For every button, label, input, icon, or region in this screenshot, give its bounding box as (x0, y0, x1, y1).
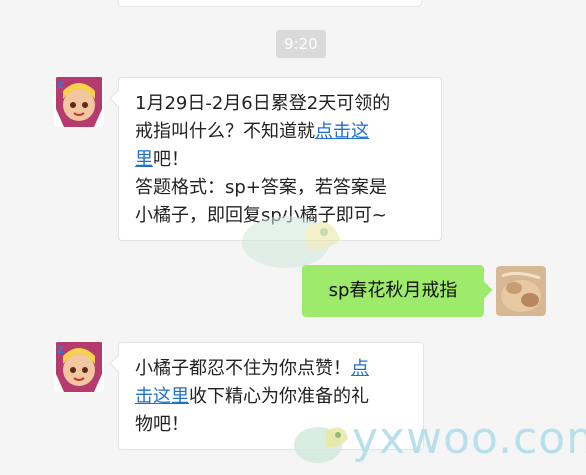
cat-photo-avatar-icon (496, 266, 546, 316)
message-text: 物吧！ (135, 414, 189, 435)
previous-message-bubble-edge (118, 0, 422, 7)
message-line: 里吧！ (135, 146, 425, 174)
svg-text:Z: Z (57, 346, 64, 356)
message-line: 1月29日-2月6日累登2天可领的 (135, 90, 425, 118)
message-text: 收下精心为你准备的礼 (189, 386, 369, 407)
message-text: 1月29日-2月6日累登2天可领的 (135, 93, 391, 114)
message-line: 戒指叫什么？不知道就点击这 (135, 118, 425, 146)
bot-avatar[interactable]: Z (54, 342, 104, 392)
message-text: 小橘子都忍不住为你点赞！ (135, 358, 351, 379)
my-avatar[interactable] (496, 266, 546, 316)
watermark-text: yxwoo.com (352, 413, 586, 464)
message-text: 吧！ (153, 149, 189, 170)
my-message-text: sp春花秋月戒指 (328, 280, 458, 301)
message-line: 小橘子都忍不住为你点赞！点 (135, 355, 407, 383)
watermark-bird-logo-icon (242, 216, 340, 268)
watermark-bird-icon (294, 427, 348, 463)
click-here-link[interactable]: 里 (135, 149, 153, 170)
message-text: 戒指叫什么？不知道就 (135, 121, 315, 142)
click-here-link[interactable]: 点 (351, 358, 369, 379)
game-character-avatar-icon: Z (54, 342, 104, 392)
bot-avatar[interactable]: Z (54, 77, 104, 127)
game-character-avatar-icon: Z (54, 77, 104, 127)
message-timestamp: 9:20 (276, 30, 326, 58)
click-here-link[interactable]: 击这里 (135, 386, 189, 407)
click-here-link[interactable]: 点击这 (315, 121, 369, 142)
watermark: yxwoo.com (290, 405, 586, 475)
svg-text:Z: Z (57, 81, 64, 91)
